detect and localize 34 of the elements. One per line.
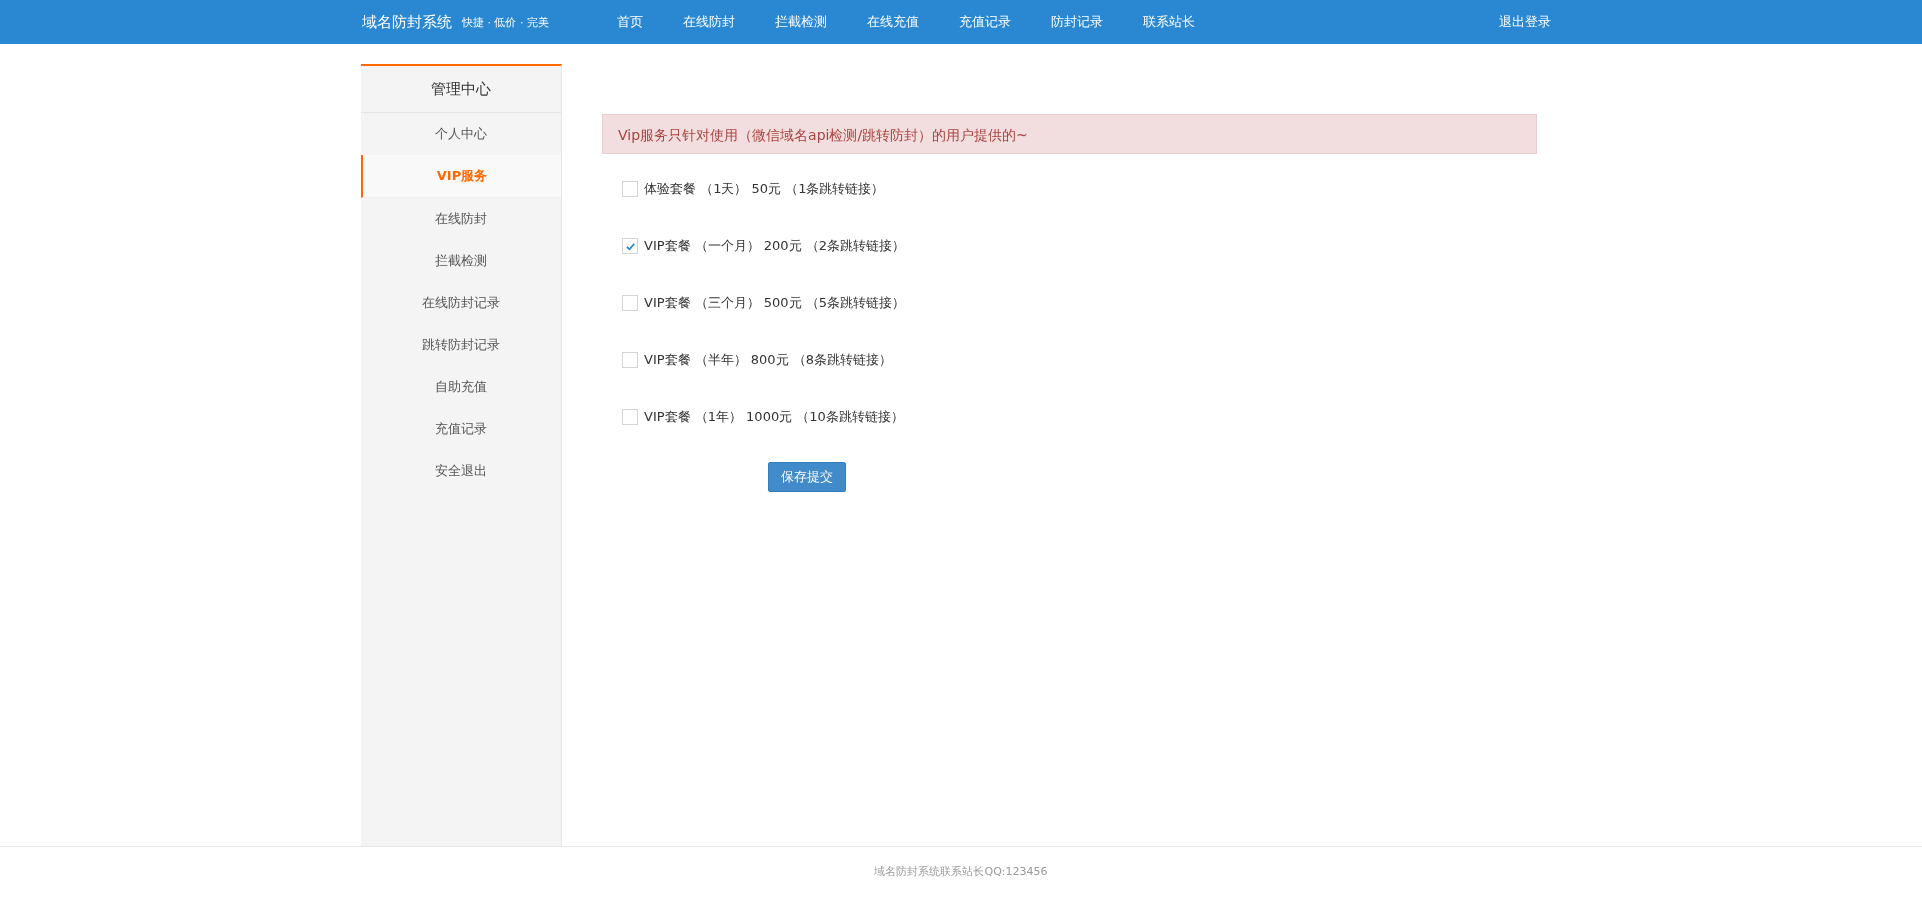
sidebar-item[interactable]: 安全退出 <box>361 450 561 492</box>
sidebar-item[interactable]: 在线防封 <box>361 198 561 240</box>
checkmark-icon <box>624 240 636 252</box>
plan-label: 体验套餐 （1天） 50元 （1条跳转链接） <box>644 180 885 198</box>
plan-label: VIP套餐 （1年） 1000元 （10条跳转链接） <box>644 408 904 426</box>
plan-label: VIP套餐 （一个月） 200元 （2条跳转链接） <box>644 237 906 255</box>
nav-link[interactable]: 联系站长 <box>1143 13 1195 31</box>
sidebar-title: 管理中心 <box>361 66 561 113</box>
submit-button[interactable]: 保存提交 <box>768 462 846 492</box>
checkbox[interactable] <box>622 352 638 368</box>
sidebar-item[interactable]: 充值记录 <box>361 408 561 450</box>
nav-link[interactable]: 充值记录 <box>959 13 1011 31</box>
nav-link[interactable]: 在线充值 <box>867 13 919 31</box>
sidebar-item[interactable]: 拦截检测 <box>361 240 561 282</box>
checkbox[interactable] <box>622 295 638 311</box>
nav-link[interactable]: 防封记录 <box>1051 13 1103 31</box>
notice-banner: Vip服务只针对使用（微信域名api检测/跳转防封）的用户提供的~ <box>602 114 1537 154</box>
sidebar-item[interactable]: 在线防封记录 <box>361 282 561 324</box>
checkbox[interactable] <box>622 181 638 197</box>
sidebar-item[interactable]: 跳转防封记录 <box>361 324 561 366</box>
footer-text: 域名防封系统联系站长QQ:123456 <box>874 864 1048 880</box>
logout-link[interactable]: 退出登录 <box>1499 13 1551 31</box>
nav-link[interactable]: 首页 <box>617 13 643 31</box>
nav-link[interactable]: 在线防封 <box>683 13 735 31</box>
site-title: 域名防封系统 <box>362 12 452 32</box>
plan-label: VIP套餐 （半年） 800元 （8条跳转链接） <box>644 351 893 369</box>
sidebar-item[interactable]: 自助充值 <box>361 366 561 408</box>
plan-label: VIP套餐 （三个月） 500元 （5条跳转链接） <box>644 294 906 312</box>
nav-link[interactable]: 拦截检测 <box>775 13 827 31</box>
checkbox[interactable] <box>622 238 638 254</box>
sidebar-item[interactable]: 个人中心 <box>361 113 561 155</box>
site-slogan: 快捷 · 低价 · 完美 <box>462 14 549 30</box>
sidebar-item[interactable]: VIP服务 <box>361 155 561 198</box>
checkbox[interactable] <box>622 409 638 425</box>
